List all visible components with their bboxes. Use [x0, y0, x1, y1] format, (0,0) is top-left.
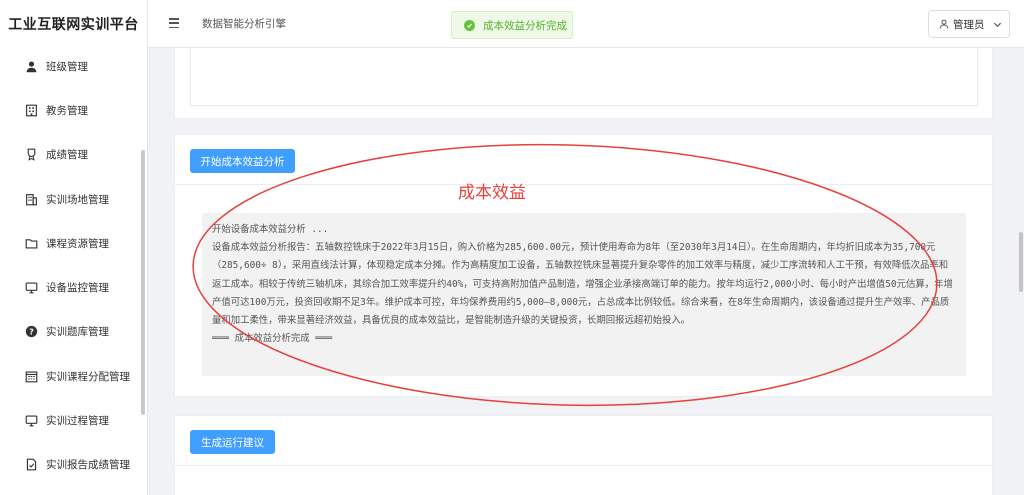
- previous-output-box: [190, 48, 978, 106]
- output-line: ═══ 成本效益分析完成 ═══: [212, 333, 333, 345]
- sidebar-item-label: 成绩管理: [46, 149, 88, 162]
- monitor-icon: [24, 414, 38, 428]
- svg-text:?: ?: [29, 327, 34, 337]
- breadcrumb: 数据智能分析引擎: [202, 18, 286, 30]
- sidebar-item-academic[interactable]: 教务管理: [0, 88, 147, 132]
- menu-toggle-icon[interactable]: [169, 16, 183, 30]
- sidebar-item-label: 设备监控管理: [46, 282, 109, 295]
- success-toast: 成本效益分析完成: [451, 11, 573, 39]
- app-brand: 工业互联网实训平台: [8, 17, 139, 33]
- page-scrollbar[interactable]: [1019, 232, 1023, 292]
- card-divider: [175, 184, 992, 185]
- sidebar-item-label: 课程资源管理: [46, 237, 109, 250]
- analysis-output: 开始设备成本效益分析 ... 设备成本效益分析报告：五轴数控铣床于2022年3月…: [202, 213, 966, 376]
- top-header: 数据智能分析引擎 成本效益分析完成 管理员: [148, 0, 1024, 48]
- calendar-icon: [24, 369, 38, 383]
- sidebar-item-process[interactable]: 实训过程管理: [0, 398, 147, 442]
- sidebar-item-label: 实训报告成绩管理: [46, 459, 130, 472]
- check-circle-icon: [464, 19, 475, 31]
- sidebar-item-label: 实训题库管理: [46, 326, 109, 339]
- annotation-label: 成本效益: [458, 183, 526, 203]
- document-icon: [24, 458, 38, 472]
- user-menu-button[interactable]: 管理员: [928, 10, 1010, 38]
- sidebar-scrollbar[interactable]: [141, 150, 145, 415]
- sidebar-nav: 班级管理 教务管理 成绩管理 实训场地管理 课程资源管理 设备监控管理 ? 实训…: [0, 44, 147, 487]
- folder-icon: [24, 236, 38, 250]
- previous-section-card: [174, 48, 993, 119]
- user-outline-icon: [939, 19, 949, 29]
- sidebar-item-label: 教务管理: [46, 104, 88, 117]
- sidebar-item-resources[interactable]: 课程资源管理: [0, 221, 147, 265]
- cost-benefit-card: 开始成本效益分析 开始设备成本效益分析 ... 设备成本效益分析报告：五轴数控铣…: [174, 134, 993, 397]
- sidebar-item-label: 实训场地管理: [46, 193, 109, 206]
- output-report: 设备成本效益分析报告：五轴数控铣床于2022年3月15日，购入价格为285,60…: [212, 242, 953, 327]
- sidebar-item-course-assign[interactable]: 实训课程分配管理: [0, 354, 147, 398]
- sidebar-item-grades[interactable]: 成绩管理: [0, 133, 147, 177]
- start-cost-benefit-button[interactable]: 开始成本效益分析: [190, 149, 295, 173]
- suggestion-card: 生成运行建议: [174, 415, 993, 495]
- question-icon: ?: [24, 325, 38, 339]
- office-icon: [24, 192, 38, 206]
- building-icon: [24, 103, 38, 117]
- chevron-down-icon: [993, 22, 1001, 27]
- sidebar-item-questions[interactable]: ? 实训题库管理: [0, 310, 147, 354]
- output-line: 开始设备成本效益分析 ...: [212, 224, 329, 235]
- medal-icon: [24, 148, 38, 162]
- sidebar-item-label: 实训过程管理: [46, 415, 109, 428]
- generate-suggestion-button[interactable]: 生成运行建议: [190, 430, 275, 454]
- sidebar-item-monitor[interactable]: 设备监控管理: [0, 265, 147, 309]
- sidebar: 工业互联网实训平台 班级管理 教务管理 成绩管理 实训场地管理 课程资源管理 设…: [0, 0, 148, 495]
- sidebar-item-venue[interactable]: 实训场地管理: [0, 177, 147, 221]
- user-name: 管理员: [953, 18, 985, 31]
- sidebar-item-class[interactable]: 班级管理: [0, 44, 147, 88]
- sidebar-item-label: 班级管理: [46, 60, 88, 73]
- card-divider: [175, 465, 992, 466]
- toast-message: 成本效益分析完成: [483, 19, 567, 32]
- user-icon: [24, 59, 38, 73]
- monitor-icon: [24, 281, 38, 295]
- sidebar-item-report[interactable]: 实训报告成绩管理: [0, 443, 147, 487]
- sidebar-item-label: 实训课程分配管理: [46, 370, 130, 383]
